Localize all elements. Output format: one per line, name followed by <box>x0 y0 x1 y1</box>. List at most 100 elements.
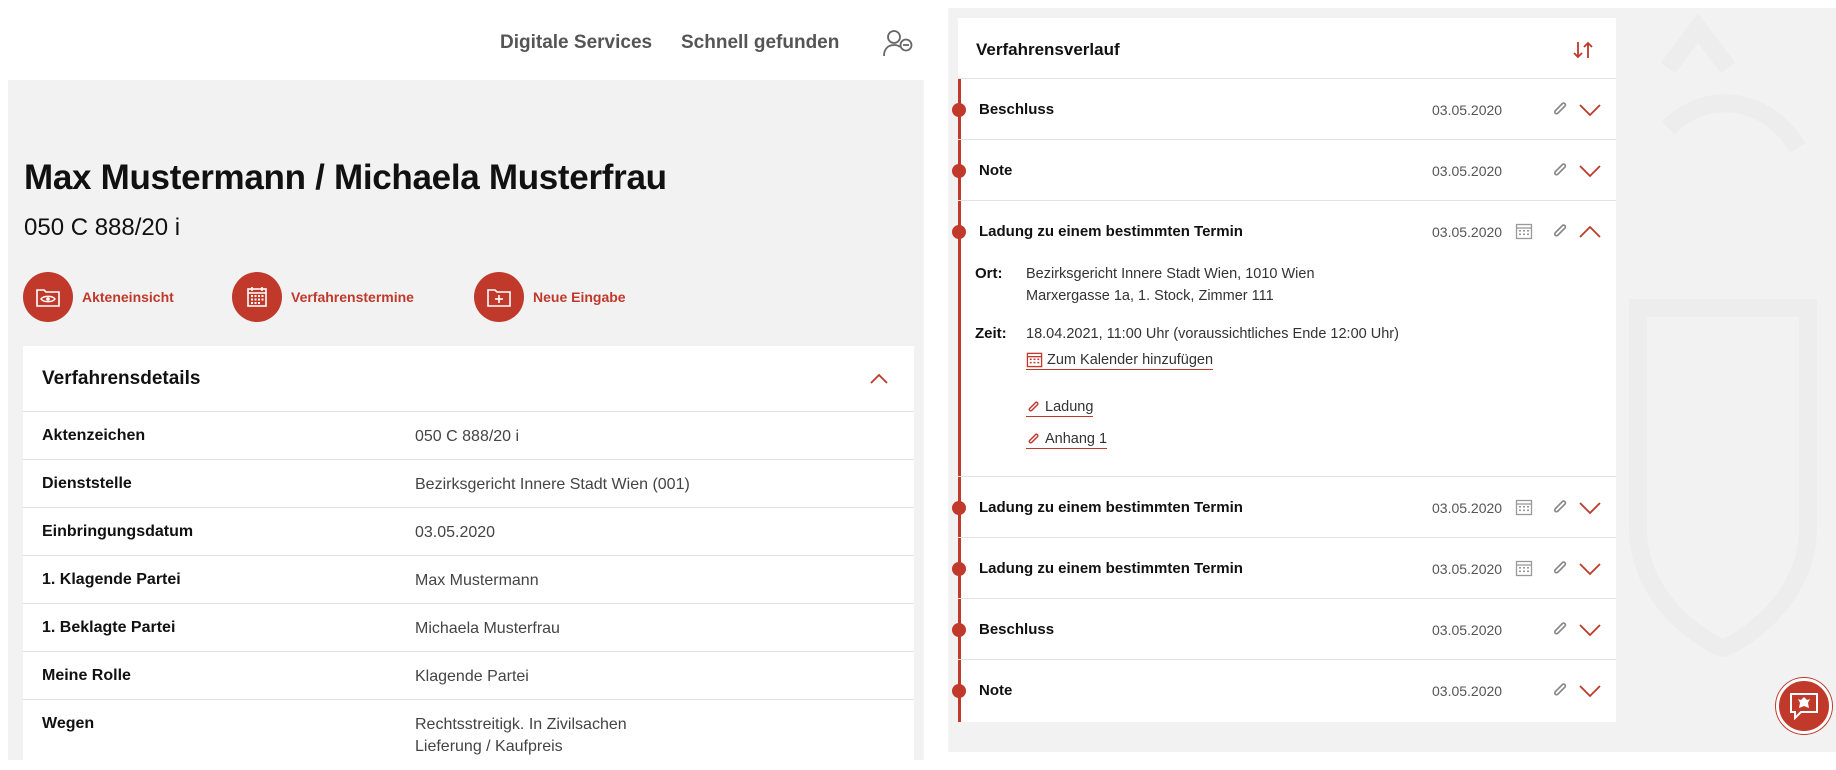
entry-date: 03.05.2020 <box>1432 622 1503 638</box>
entry-date: 03.05.2020 <box>1432 224 1503 240</box>
verfahrensverlauf-header: Verfahrensverlauf <box>958 18 1616 79</box>
entry-title: Ladung zu einem bestimmten Termin <box>979 499 1243 516</box>
detail-key: 1. Klagende Partei <box>42 571 181 588</box>
detail-row-klagende-partei: 1. Klagende Partei Max Mustermann <box>23 556 914 604</box>
calendar-icon[interactable] <box>1515 222 1533 240</box>
detail-value-line1: Rechtsstreitigk. In Zivilsachen <box>415 716 627 733</box>
detail-value: Rechtsstreitigk. In Zivilsachen Lieferun… <box>415 714 627 758</box>
timeline-entry-expanded: Ladung zu einem bestimmten Termin 03.05.… <box>952 201 1616 477</box>
timeline-entry[interactable]: Note 03.05.2020 <box>952 660 1616 721</box>
verfahrenstermine-label: Verfahrenstermine <box>291 289 414 305</box>
detail-value: Klagende Partei <box>415 668 529 685</box>
chevron-down-icon[interactable] <box>1579 623 1601 637</box>
detail-row-einbringungsdatum: Einbringungsdatum 03.05.2020 <box>23 508 914 556</box>
timeline-entry[interactable]: Beschluss 03.05.2020 <box>952 599 1616 660</box>
paperclip-icon <box>1028 401 1039 412</box>
detail-value: Bezirksgericht Innere Stadt Wien (001) <box>415 476 690 493</box>
akteneinsicht-label: Akteneinsicht <box>82 289 174 305</box>
paperclip-icon[interactable] <box>1551 99 1569 119</box>
entry-title: Beschluss <box>979 621 1055 638</box>
paperclip-icon[interactable] <box>1551 619 1569 639</box>
detail-row-beklagte-partei: 1. Beklagte Partei Michaela Musterfrau <box>23 604 914 652</box>
calendar-icon <box>1026 352 1043 368</box>
add-to-calendar-label: Zum Kalender hinzufügen <box>1047 351 1214 368</box>
detail-key: Dienststelle <box>42 475 132 492</box>
detail-value: 03.05.2020 <box>415 524 496 541</box>
folder-plus-icon <box>474 272 524 322</box>
verfahrensverlauf-title: Verfahrensverlauf <box>976 40 1120 59</box>
detail-value: Max Mustermann <box>415 572 539 589</box>
paperclip-icon[interactable] <box>1551 160 1569 180</box>
timeline-entry[interactable]: Ladung zu einem bestimmten Termin 03.05.… <box>952 477 1616 538</box>
ort-label: Ort: <box>975 265 1003 282</box>
paperclip-icon[interactable] <box>1551 558 1569 578</box>
coat-of-arms-watermark-icon <box>1629 12 1817 658</box>
add-to-calendar-link[interactable]: Zum Kalender hinzufügen <box>1026 351 1214 370</box>
nav-digitale-services[interactable]: Digitale Services <box>500 32 652 54</box>
timeline-dot <box>952 225 966 239</box>
entry-title: Note <box>979 162 1013 179</box>
neue-eingabe-button[interactable]: Neue Eingabe <box>474 272 626 322</box>
entry-date: 03.05.2020 <box>1432 561 1503 577</box>
detail-key: Einbringungsdatum <box>42 523 194 540</box>
detail-key: Aktenzeichen <box>42 427 146 444</box>
ort-value: Bezirksgericht Innere Stadt Wien, 1010 W… <box>1026 263 1315 307</box>
chevron-down-icon[interactable] <box>1579 562 1601 576</box>
timeline-dot <box>952 164 966 178</box>
case-overview: Max Mustermann / Michaela Musterfrau 050… <box>8 80 924 766</box>
detail-row-meine-rolle: Meine Rolle Klagende Partei <box>23 652 914 700</box>
timeline-dot <box>952 684 966 698</box>
timeline-entry[interactable]: Ladung zu einem bestimmten Termin 03.05.… <box>952 538 1616 599</box>
chevron-down-icon[interactable] <box>1579 501 1601 515</box>
nav-schnell-gefunden[interactable]: Schnell gefunden <box>681 32 839 54</box>
detail-value: Michaela Musterfrau <box>415 620 560 637</box>
attachment-link-anhang[interactable]: Anhang 1 <box>1026 431 1108 449</box>
entry-title: Note <box>979 682 1013 699</box>
detail-value: 050 C 888/20 i <box>415 428 520 445</box>
verfahrenstermine-button[interactable]: Verfahrenstermine <box>232 272 414 322</box>
folder-eye-icon <box>23 272 73 322</box>
detail-key: 1. Beklagte Partei <box>42 619 176 636</box>
akteneinsicht-button[interactable]: Akteneinsicht <box>23 272 174 322</box>
chat-assistant-button[interactable] <box>1776 678 1832 734</box>
verfahrensverlauf-card: Verfahrensverlauf Beschluss 03.05.2020 N… <box>952 18 1616 722</box>
chevron-down-icon[interactable] <box>1579 684 1601 698</box>
paperclip-icon[interactable] <box>1551 497 1569 517</box>
chat-eagle-icon <box>1790 693 1818 721</box>
chevron-down-icon[interactable] <box>1579 103 1601 117</box>
right-panel: Verfahrensverlauf Beschluss 03.05.2020 N… <box>948 8 1836 752</box>
calendar-icon[interactable] <box>1515 498 1533 516</box>
detail-row-aktenzeichen: Aktenzeichen 050 C 888/20 i <box>23 412 914 460</box>
calendar-icon <box>232 272 282 322</box>
paperclip-icon[interactable] <box>1551 680 1569 700</box>
sort-icon[interactable] <box>1571 40 1595 60</box>
timeline-dot <box>952 501 966 515</box>
paperclip-icon[interactable] <box>1551 221 1569 241</box>
entry-title: Ladung zu einem bestimmten Termin <box>979 560 1243 577</box>
attachment-label: Anhang 1 <box>1045 431 1108 447</box>
verfahrensdetails-card: Verfahrensdetails Aktenzeichen 050 C 888… <box>23 346 914 766</box>
top-navigation: Digitale Services Schnell gefunden <box>0 0 924 80</box>
verfahrensdetails-title: Verfahrensdetails <box>42 368 201 389</box>
timeline-dot <box>952 103 966 117</box>
chevron-down-icon[interactable] <box>1579 164 1601 178</box>
timeline-entry[interactable]: Note 03.05.2020 <box>952 140 1616 201</box>
entry-title: Beschluss <box>979 101 1055 118</box>
detail-key: Meine Rolle <box>42 667 131 684</box>
calendar-icon[interactable] <box>1515 559 1533 577</box>
chevron-up-icon[interactable] <box>870 372 888 384</box>
timeline-dot <box>952 623 966 637</box>
entry-title: Ladung zu einem bestimmten Termin <box>979 223 1243 240</box>
verfahrensdetails-header[interactable]: Verfahrensdetails <box>23 346 914 412</box>
paperclip-icon <box>1028 433 1039 444</box>
neue-eingabe-label: Neue Eingabe <box>533 289 626 305</box>
chevron-up-icon[interactable] <box>1579 225 1601 239</box>
case-number: 050 C 888/20 i <box>24 214 181 241</box>
left-panel: Digitale Services Schnell gefunden Max M… <box>0 0 924 766</box>
zeit-label: Zeit: <box>975 325 1007 342</box>
user-settings-icon[interactable] <box>882 28 914 60</box>
attachment-link-ladung[interactable]: Ladung <box>1026 399 1094 417</box>
timeline-entry[interactable]: Beschluss 03.05.2020 <box>952 79 1616 140</box>
entry-date: 03.05.2020 <box>1432 102 1503 118</box>
timeline-dot <box>952 562 966 576</box>
